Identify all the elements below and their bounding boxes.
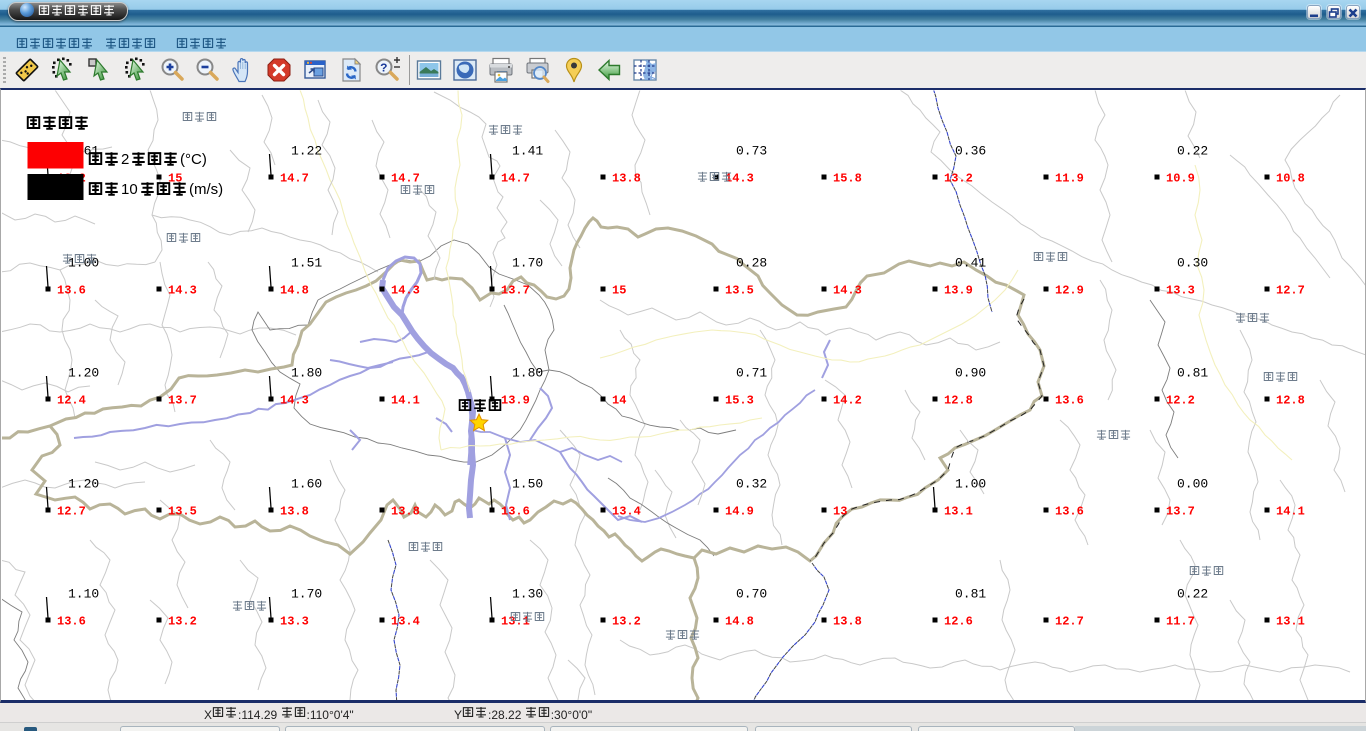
svg-text:12.6: 12.6: [944, 615, 973, 629]
svg-text:14.9: 14.9: [725, 505, 754, 519]
svg-text:13.6: 13.6: [1055, 394, 1084, 408]
svg-text:0.81: 0.81: [1177, 366, 1208, 381]
svg-text:13.6: 13.6: [1055, 505, 1084, 519]
svg-text:1.80: 1.80: [512, 366, 543, 381]
svg-text:13.1: 13.1: [1276, 615, 1305, 629]
svg-text:1.70: 1.70: [291, 587, 322, 602]
svg-text:1.00: 1.00: [955, 477, 986, 492]
svg-text:13.5: 13.5: [168, 505, 197, 519]
svg-text:13.1: 13.1: [944, 505, 973, 519]
svg-text:0.90: 0.90: [955, 366, 986, 381]
svg-text:(°C): (°C): [180, 151, 207, 168]
svg-text:13.6: 13.6: [57, 284, 86, 298]
svg-text:10.8: 10.8: [1276, 172, 1305, 186]
svg-text:15.3: 15.3: [725, 394, 754, 408]
svg-text:1.22: 1.22: [291, 144, 322, 159]
svg-text:1.30: 1.30: [512, 587, 543, 602]
svg-text:0.32: 0.32: [736, 477, 767, 492]
svg-text:?: ?: [380, 61, 387, 75]
svg-text:0.70: 0.70: [736, 587, 767, 602]
svg-text:14.7: 14.7: [280, 172, 309, 186]
svg-text:2: 2: [121, 151, 129, 168]
svg-text:0.73: 0.73: [736, 144, 767, 159]
svg-text:13.2: 13.2: [612, 615, 641, 629]
svg-text:1.20: 1.20: [68, 366, 99, 381]
svg-text:0.36: 0.36: [955, 144, 986, 159]
svg-text:10: 10: [121, 181, 138, 198]
svg-text:13.4: 13.4: [612, 505, 641, 519]
svg-text:1.10: 1.10: [68, 587, 99, 602]
svg-text:12.8: 12.8: [944, 394, 973, 408]
svg-text:13.8: 13.8: [280, 505, 309, 519]
svg-text:1.51: 1.51: [291, 256, 322, 271]
svg-text:13.5: 13.5: [725, 284, 754, 298]
svg-text:1.80: 1.80: [291, 366, 322, 381]
svg-text:13.3: 13.3: [280, 615, 309, 629]
svg-text:14.3: 14.3: [391, 284, 420, 298]
svg-text:12.7: 12.7: [1055, 615, 1084, 629]
svg-text:1.20: 1.20: [68, 477, 99, 492]
svg-text:13.8: 13.8: [612, 172, 641, 186]
svg-text:13: 13: [833, 505, 847, 519]
svg-text:14.3: 14.3: [833, 284, 862, 298]
svg-text:13.7: 13.7: [168, 394, 197, 408]
svg-text:0.28: 0.28: [736, 256, 767, 271]
svg-text:13.9: 13.9: [944, 284, 973, 298]
svg-text:14.1: 14.1: [391, 394, 420, 408]
svg-text:12.4: 12.4: [57, 394, 86, 408]
svg-text:0.71: 0.71: [736, 366, 767, 381]
svg-text:0.30: 0.30: [1177, 256, 1208, 271]
svg-text:15: 15: [612, 284, 626, 298]
svg-text:14.2: 14.2: [833, 394, 862, 408]
svg-text:13.2: 13.2: [944, 172, 973, 186]
svg-text:14.8: 14.8: [725, 615, 754, 629]
svg-text:15.8: 15.8: [833, 172, 862, 186]
svg-text:0.00: 0.00: [1177, 477, 1208, 492]
svg-text:1.60: 1.60: [291, 477, 322, 492]
svg-text:14.1: 14.1: [1276, 505, 1305, 519]
svg-text:11.7: 11.7: [1166, 615, 1195, 629]
svg-text:14.7: 14.7: [501, 172, 530, 186]
svg-text:13.8: 13.8: [391, 505, 420, 519]
svg-text:13.7: 13.7: [1166, 505, 1195, 519]
svg-text:12.8: 12.8: [1276, 394, 1305, 408]
svg-text:1.70: 1.70: [512, 256, 543, 271]
svg-text:0.81: 0.81: [955, 587, 986, 602]
svg-text:10.9: 10.9: [1166, 172, 1195, 186]
svg-text:13.7: 13.7: [501, 284, 530, 298]
svg-text:13.6: 13.6: [57, 615, 86, 629]
svg-text:13.3: 13.3: [1166, 284, 1195, 298]
svg-text:1.50: 1.50: [512, 477, 543, 492]
svg-text:0.22: 0.22: [1177, 587, 1208, 602]
svg-text:11.9: 11.9: [1055, 172, 1084, 186]
svg-text:12.7: 12.7: [57, 505, 86, 519]
svg-text:14.3: 14.3: [168, 284, 197, 298]
svg-text:1.41: 1.41: [512, 144, 543, 159]
svg-text:13.6: 13.6: [501, 505, 530, 519]
svg-text:14: 14: [612, 394, 626, 408]
svg-text:14.8: 14.8: [280, 284, 309, 298]
svg-text:(m/s): (m/s): [189, 181, 223, 198]
svg-text:14.7: 14.7: [391, 172, 420, 186]
svg-text:14.3: 14.3: [725, 172, 754, 186]
svg-text:0.41: 0.41: [955, 256, 986, 271]
svg-text:13.8: 13.8: [833, 615, 862, 629]
svg-text:13.9: 13.9: [501, 394, 530, 408]
svg-text:12.2: 12.2: [1166, 394, 1195, 408]
svg-text:12.9: 12.9: [1055, 284, 1084, 298]
svg-text:12.7: 12.7: [1276, 284, 1305, 298]
svg-text:13.4: 13.4: [391, 615, 420, 629]
svg-text:0.22: 0.22: [1177, 144, 1208, 159]
svg-text:13.2: 13.2: [168, 615, 197, 629]
svg-text:14.3: 14.3: [280, 394, 309, 408]
